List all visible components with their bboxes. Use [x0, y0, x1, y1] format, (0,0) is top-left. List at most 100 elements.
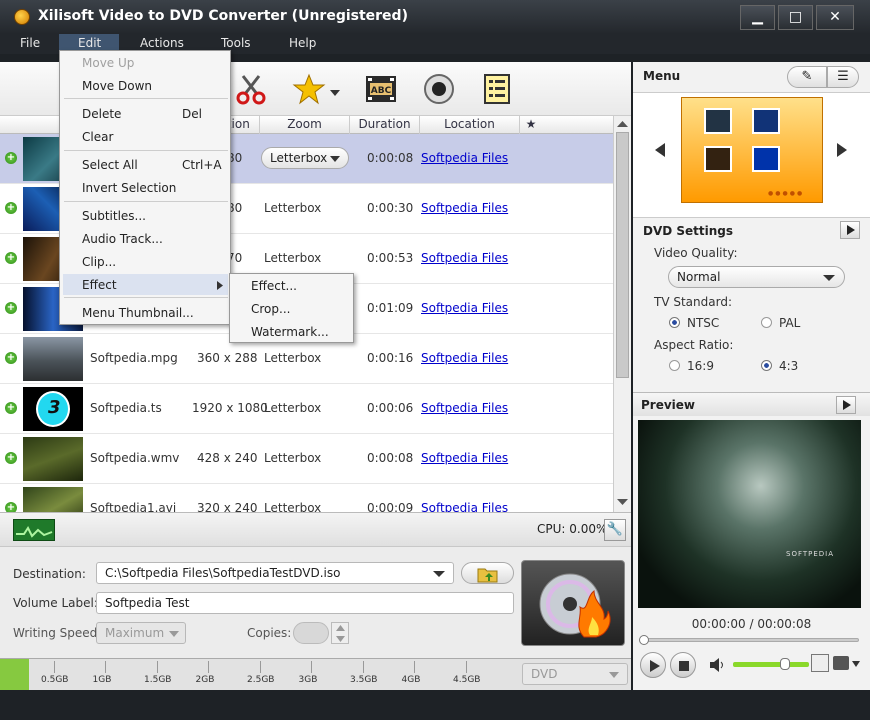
capacity-tick-label: 0.5GB [41, 675, 69, 685]
zoom-select-value: Letterbox [270, 151, 328, 165]
menu-item-select-all[interactable]: Select All [82, 158, 138, 172]
menu-item-audio-track[interactable]: Audio Track... [82, 232, 163, 246]
burn-button[interactable] [521, 560, 625, 646]
expand-plus-icon[interactable]: + [5, 452, 17, 464]
submenu-item-crop[interactable]: Crop... [251, 302, 290, 316]
zoom-select[interactable]: Letterbox [261, 147, 349, 169]
volume-icon[interactable] [710, 658, 724, 672]
radio-16-9[interactable] [669, 360, 680, 371]
cell-location-link[interactable]: Softpedia Files [421, 351, 508, 365]
subtitle-abc-icon[interactable]: ABC [362, 70, 400, 108]
menu-item-move-down[interactable]: Move Down [82, 79, 152, 93]
seek-bar[interactable] [639, 635, 859, 645]
volume-label-field[interactable]: Softpedia Test [96, 592, 514, 614]
list-properties-icon[interactable] [478, 70, 516, 108]
table-row[interactable]: + 3 Softpedia.ts 1920 x 1080 Letterbox 0… [0, 384, 613, 434]
expand-plus-icon[interactable]: + [5, 402, 17, 414]
chevron-down-icon [823, 275, 835, 281]
cell-duration: 0:00:09 [367, 501, 414, 512]
destination-field[interactable]: C:\Softpedia Files\SoftpediaTestDVD.iso [96, 562, 454, 584]
snapshot-screen-icon[interactable] [811, 654, 829, 672]
cell-location-link[interactable]: Softpedia Files [421, 251, 508, 265]
destination-value: C:\Softpedia Files\SoftpediaTestDVD.iso [105, 566, 341, 580]
seek-handle[interactable] [639, 635, 649, 645]
writing-speed-select[interactable]: Maximum [96, 622, 186, 644]
disc-record-icon[interactable] [420, 70, 458, 108]
expand-plus-icon[interactable]: + [5, 252, 17, 264]
video-quality-value: Normal [677, 270, 721, 284]
radio-pal[interactable] [761, 317, 772, 328]
radio-4-3[interactable] [761, 360, 772, 371]
scissors-icon[interactable] [232, 70, 270, 108]
minimize-button[interactable]: ▁ [740, 5, 775, 30]
chevron-down-icon[interactable] [852, 661, 860, 667]
menu-item-clip[interactable]: Clip... [82, 255, 116, 269]
disc-type-select[interactable]: DVD [522, 663, 628, 685]
cell-location-link[interactable]: Softpedia Files [421, 151, 508, 165]
copies-input[interactable] [293, 622, 329, 644]
submenu-item-watermark[interactable]: Watermark... [251, 325, 329, 339]
wrench-icon[interactable]: 🔧 [604, 519, 626, 541]
close-button[interactable]: ✕ [816, 5, 854, 30]
volume-slider[interactable] [733, 658, 809, 670]
menu-list-icon[interactable]: ☰ [827, 66, 859, 88]
preview-expand-button[interactable] [836, 396, 856, 414]
edit-dropdown-menu: Move Up Move Down Delete Del Clear Selec… [59, 50, 231, 325]
expand-plus-icon[interactable]: + [5, 302, 17, 314]
dvd-settings-title: DVD Settings [643, 224, 734, 238]
video-quality-select[interactable]: Normal [668, 266, 845, 288]
table-row[interactable]: + Softpedia.wmv 428 x 240 Letterbox 0:00… [0, 434, 613, 484]
menu-item-invert-selection[interactable]: Invert Selection [82, 181, 176, 195]
dvd-settings-expand-button[interactable] [840, 221, 860, 239]
scrollbar-thumb[interactable] [616, 132, 629, 378]
vertical-scrollbar[interactable] [613, 116, 631, 512]
col-location[interactable]: Location [420, 116, 520, 134]
table-row[interactable]: + Softpedia1.avi 320 x 240 Letterbox 0:0… [0, 484, 613, 512]
chevron-down-icon[interactable] [330, 86, 340, 96]
menu-file[interactable]: File [12, 34, 48, 54]
col-duration[interactable]: Duration [350, 116, 420, 134]
cell-zoom: Letterbox [264, 451, 322, 465]
star-effect-icon[interactable] [290, 70, 328, 108]
expand-plus-icon[interactable]: + [5, 202, 17, 214]
shortcut-delete: Del [182, 107, 202, 121]
capacity-tick-line [465, 661, 467, 673]
copies-stepper[interactable] [331, 622, 349, 644]
pal-label: PAL [779, 316, 801, 330]
expand-plus-icon[interactable]: + [5, 502, 17, 512]
expand-plus-icon[interactable]: + [5, 352, 17, 364]
cpu-graph-icon[interactable] [13, 519, 55, 541]
edit-menu-icon[interactable]: ✎ [787, 66, 827, 88]
col-star[interactable]: ★ [520, 116, 542, 134]
menu-item-subtitles[interactable]: Subtitles... [82, 209, 146, 223]
stop-icon [679, 661, 689, 671]
radio-ntsc[interactable] [669, 317, 680, 328]
expand-plus-icon[interactable]: + [5, 152, 17, 164]
menu-item-menu-thumbnail[interactable]: Menu Thumbnail... [82, 306, 194, 320]
cell-location-link[interactable]: Softpedia Files [421, 451, 508, 465]
maximize-button[interactable]: □ [778, 5, 813, 30]
cell-location-link[interactable]: Softpedia Files [421, 201, 508, 215]
col-zoom[interactable]: Zoom [260, 116, 350, 134]
menu-help[interactable]: Help [281, 34, 324, 54]
cell-resolution: 320 x 240 [197, 501, 258, 512]
cell-location-link[interactable]: Softpedia Files [421, 301, 508, 315]
menu-item-move-up[interactable]: Move Up [82, 56, 134, 70]
camera-icon[interactable] [833, 656, 849, 670]
menu-item-delete[interactable]: Delete [82, 107, 121, 121]
submenu-arrow-icon [217, 281, 223, 290]
menu-separator [64, 98, 228, 99]
cell-location-link[interactable]: Softpedia Files [421, 401, 508, 415]
menu-item-effect[interactable]: Effect [82, 278, 117, 292]
capacity-tick-line [156, 661, 158, 673]
menu-template-thumbnail[interactable]: ●●●●● [681, 97, 823, 203]
cell-location-link[interactable]: Softpedia Files [421, 501, 508, 512]
menu-separator [64, 150, 228, 151]
volume-handle[interactable] [780, 658, 790, 670]
menu-item-clear[interactable]: Clear [82, 130, 113, 144]
cell-filename: Softpedia1.avi [90, 501, 177, 512]
play-button[interactable] [640, 652, 666, 678]
stop-button[interactable] [670, 652, 696, 678]
browse-folder-button[interactable] [461, 562, 514, 584]
submenu-item-effect[interactable]: Effect... [251, 279, 297, 293]
